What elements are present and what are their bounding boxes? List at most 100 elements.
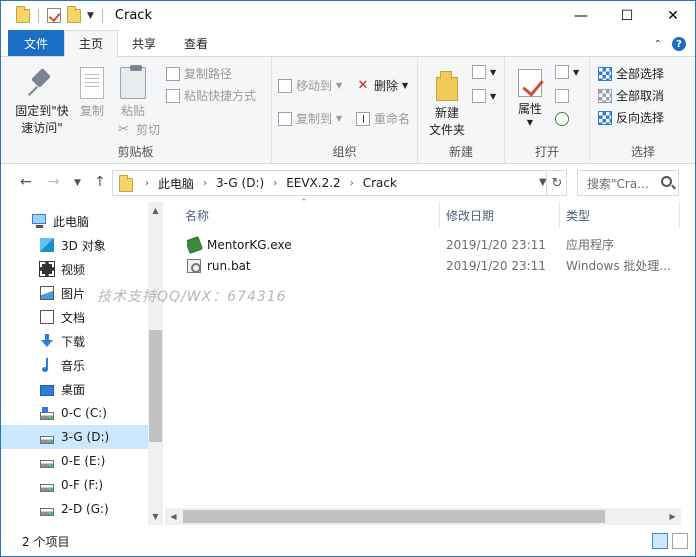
maximize-button[interactable]: ☐ bbox=[604, 0, 650, 31]
divider bbox=[101, 8, 103, 23]
file-row[interactable]: run.bat 2019/1/20 23:11 Windows 批处理... bbox=[163, 255, 696, 276]
breadcrumb-eevx[interactable]: EEVX.2.2 bbox=[286, 176, 341, 190]
file-name-cell: run.bat bbox=[187, 255, 251, 276]
pin-quick-access-button[interactable]: 固定到"快 速访问" bbox=[12, 67, 72, 137]
easy-access-button[interactable]: ▼ bbox=[472, 89, 496, 103]
tab-home[interactable]: 主页 bbox=[64, 30, 119, 57]
paste-shortcut-button[interactable]: 粘贴快捷方式 bbox=[166, 87, 256, 104]
nav-item-3d-objects[interactable]: 3D 对象 bbox=[0, 233, 148, 257]
large-icons-view-icon[interactable] bbox=[672, 533, 688, 549]
chevron-right-icon[interactable]: › bbox=[273, 178, 277, 189]
clipboard-icon bbox=[120, 65, 146, 99]
paste-shortcut-icon bbox=[166, 88, 180, 103]
scroll-up-icon[interactable]: ▲ bbox=[148, 202, 163, 219]
cut-button[interactable]: ✂ 剪切 bbox=[118, 121, 160, 138]
properties-icon bbox=[518, 69, 542, 97]
properties-icon[interactable] bbox=[47, 8, 61, 23]
minimize-button[interactable]: — bbox=[558, 0, 604, 31]
breadcrumb-drive-d[interactable]: 3-G (D:) bbox=[216, 176, 264, 190]
copy-to-button[interactable]: 复制到 ▼ bbox=[278, 110, 342, 127]
chevron-right-icon[interactable]: › bbox=[350, 178, 354, 189]
new-folder-icon[interactable] bbox=[67, 5, 81, 23]
column-header-modified[interactable]: 修改日期 bbox=[440, 202, 560, 228]
nav-item-drive-g[interactable]: 2-D (G:) bbox=[0, 497, 148, 521]
nav-item-documents[interactable]: 文档 bbox=[0, 305, 148, 329]
new-folder-button[interactable]: 新建 文件夹 bbox=[426, 71, 468, 139]
file-row[interactable]: MentorKG.exe 2019/1/20 23:11 应用程序 bbox=[163, 234, 696, 255]
column-header-name[interactable]: 名称 bbox=[179, 202, 440, 228]
help-icon[interactable]: ? bbox=[672, 37, 686, 51]
chevron-right-icon[interactable]: › bbox=[203, 178, 207, 189]
copy-path-button[interactable]: 复制路径 bbox=[166, 65, 232, 82]
tab-view[interactable]: 查看 bbox=[170, 30, 222, 56]
up-arrow-icon[interactable]: ↑ bbox=[94, 174, 106, 190]
drive-icon bbox=[40, 508, 54, 516]
close-button[interactable]: ✕ bbox=[650, 0, 696, 31]
rename-button[interactable]: 重命名 bbox=[356, 110, 410, 127]
invert-selection-button[interactable]: 反向选择 bbox=[598, 109, 664, 126]
select-all-icon bbox=[598, 66, 612, 81]
pin-label: 固定到"快 速访问" bbox=[15, 104, 69, 135]
forward-arrow-icon[interactable]: → bbox=[48, 174, 60, 190]
file-list: ⌃ 名称 修改日期 类型 MentorKG.exe 2019/1/20 23:1… bbox=[163, 198, 696, 525]
rename-icon bbox=[356, 111, 370, 126]
scrollbar-thumb[interactable] bbox=[149, 330, 162, 442]
nav-item-downloads[interactable]: 下载 bbox=[0, 329, 148, 353]
new-group: 新建 文件夹 ▼ ▼ 新建 bbox=[418, 57, 505, 164]
scrollbar-thumb[interactable] bbox=[183, 510, 605, 523]
drive-icon bbox=[40, 436, 54, 444]
chevron-up-icon[interactable]: ⌃ bbox=[654, 39, 662, 50]
details-view-icon[interactable] bbox=[652, 533, 668, 549]
bat-icon bbox=[187, 258, 201, 273]
pin-icon bbox=[26, 67, 58, 99]
breadcrumb-crack[interactable]: Crack bbox=[363, 176, 397, 190]
select-all-button[interactable]: 全部选择 bbox=[598, 65, 664, 82]
nav-item-this-pc[interactable]: 此电脑 bbox=[0, 209, 148, 233]
file-name: run.bat bbox=[207, 258, 251, 273]
search-icon bbox=[661, 176, 672, 187]
file-list-scrollbar[interactable]: ◀ ▶ bbox=[165, 508, 681, 525]
chevron-right-icon[interactable]: › bbox=[145, 178, 149, 189]
move-to-button[interactable]: 移动到 ▼ bbox=[278, 77, 342, 94]
column-header-type[interactable]: 类型 bbox=[560, 202, 680, 228]
history-button[interactable] bbox=[555, 112, 569, 126]
scroll-down-icon[interactable]: ▼ bbox=[148, 508, 163, 525]
nav-item-music[interactable]: 音乐 bbox=[0, 353, 148, 377]
nav-item-desktop[interactable]: 桌面 bbox=[0, 377, 148, 401]
tab-share[interactable]: 共享 bbox=[118, 30, 170, 56]
properties-button[interactable]: 属性 ▼ bbox=[513, 69, 547, 128]
navigation-bar: ← → ▼ ↑ › 此电脑 › 3-G (D:) › EEVX.2.2 › Cr… bbox=[0, 164, 696, 202]
new-item-button[interactable]: ▼ bbox=[472, 65, 496, 79]
nav-item-videos[interactable]: 视频 bbox=[0, 257, 148, 281]
chevron-down-icon[interactable]: ▼ bbox=[87, 11, 94, 21]
copy-to-icon bbox=[278, 111, 292, 126]
breadcrumb-this-pc[interactable]: 此电脑 bbox=[158, 175, 194, 192]
move-to-icon bbox=[278, 78, 292, 93]
ribbon: 固定到"快 速访问" 复制 粘贴 复制路径 粘贴快捷方式 ✂ 剪切 剪贴板 移动… bbox=[0, 57, 696, 164]
back-arrow-icon[interactable]: ← bbox=[20, 174, 32, 190]
open-button[interactable]: ▼ bbox=[555, 65, 579, 79]
nav-item-drive-f[interactable]: 0-F (F:) bbox=[0, 473, 148, 497]
recent-chevron-icon[interactable]: ▼ bbox=[74, 178, 81, 188]
chevron-down-icon: ▼ bbox=[336, 114, 343, 123]
nav-item-drive-d[interactable]: 3-G (D:) bbox=[0, 425, 148, 449]
search-input[interactable]: 搜索"Cra... bbox=[577, 170, 679, 196]
easy-access-icon bbox=[472, 89, 486, 103]
scroll-right-icon[interactable]: ▶ bbox=[664, 508, 681, 525]
paste-button[interactable]: 粘贴 bbox=[116, 65, 150, 120]
select-none-button[interactable]: 全部取消 bbox=[598, 87, 664, 104]
divider bbox=[38, 8, 39, 23]
edit-button[interactable] bbox=[555, 89, 569, 103]
tab-file[interactable]: 文件 bbox=[8, 30, 65, 56]
copy-button[interactable]: 复制 bbox=[76, 67, 108, 120]
scroll-left-icon[interactable]: ◀ bbox=[165, 508, 182, 525]
file-name: MentorKG.exe bbox=[207, 237, 292, 252]
refresh-button[interactable]: ↻ bbox=[546, 170, 567, 196]
computer-icon bbox=[32, 214, 46, 228]
delete-button[interactable]: ✕ 删除 ▼ bbox=[356, 77, 409, 94]
window-controls: — ☐ ✕ bbox=[558, 0, 696, 31]
nav-item-drive-e[interactable]: 0-E (E:) bbox=[0, 449, 148, 473]
nav-item-drive-c[interactable]: 0-C (C:) bbox=[0, 401, 148, 425]
nav-pane-scrollbar[interactable]: ▲ ▼ bbox=[148, 202, 163, 525]
address-bar[interactable]: › 此电脑 › 3-G (D:) › EEVX.2.2 › Crack bbox=[112, 170, 567, 196]
